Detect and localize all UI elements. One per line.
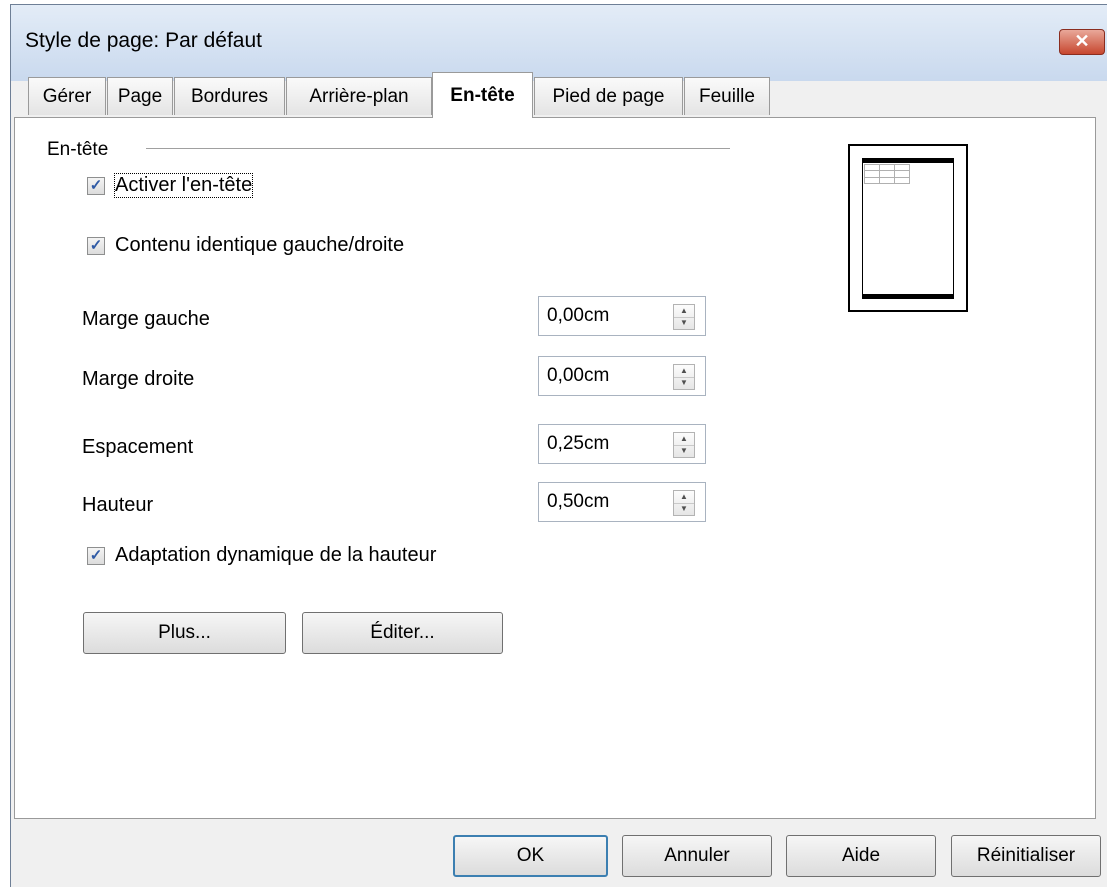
tab-arriere-plan[interactable]: Arrière-plan xyxy=(286,77,432,115)
height-field[interactable]: 0,50cm ▲ ▼ xyxy=(538,482,706,522)
same-content-checkbox[interactable]: ✓ xyxy=(87,237,105,255)
window-edge xyxy=(0,0,10,887)
close-button[interactable]: ✕ xyxy=(1059,29,1105,55)
spin-down-icon[interactable]: ▼ xyxy=(674,445,694,457)
tab-gerer[interactable]: Gérer xyxy=(28,77,106,115)
enable-header-label[interactable]: Activer l'en-tête xyxy=(113,173,254,198)
right-margin-field[interactable]: 0,00cm ▲ ▼ xyxy=(538,356,706,396)
height-spinner[interactable]: ▲ ▼ xyxy=(673,490,695,516)
left-margin-label: Marge gauche xyxy=(82,308,210,330)
more-button[interactable]: Plus... xyxy=(83,612,286,654)
spin-down-icon[interactable]: ▼ xyxy=(674,377,694,389)
left-margin-field[interactable]: 0,00cm ▲ ▼ xyxy=(538,296,706,336)
spacing-value[interactable]: 0,25cm xyxy=(547,433,609,455)
spacing-spinner[interactable]: ▲ ▼ xyxy=(673,432,695,458)
tab-bordures[interactable]: Bordures xyxy=(174,77,285,115)
tab-feuille[interactable]: Feuille xyxy=(684,77,770,115)
check-icon: ✓ xyxy=(89,547,103,564)
tab-page[interactable]: Page xyxy=(107,77,173,115)
preview-grid-icon xyxy=(864,164,910,184)
preview-footer-bar xyxy=(862,294,954,299)
ok-button[interactable]: OK xyxy=(453,835,608,877)
check-icon: ✓ xyxy=(89,177,103,194)
group-label-en-tete: En-tête xyxy=(47,139,109,160)
title-bar: Style de page: Par défaut ✕ xyxy=(11,5,1107,81)
height-value[interactable]: 0,50cm xyxy=(547,491,609,513)
cancel-button[interactable]: Annuler xyxy=(622,835,772,877)
close-icon: ✕ xyxy=(1074,31,1090,51)
edit-button[interactable]: Éditer... xyxy=(302,612,503,654)
right-margin-label: Marge droite xyxy=(82,368,195,390)
autofit-height-checkbox[interactable]: ✓ xyxy=(87,547,105,565)
spin-down-icon[interactable]: ▼ xyxy=(674,317,694,329)
enable-header-checkbox[interactable]: ✓ xyxy=(87,177,105,195)
spin-down-icon[interactable]: ▼ xyxy=(674,503,694,515)
right-margin-spinner[interactable]: ▲ ▼ xyxy=(673,364,695,390)
reset-button[interactable]: Réinitialiser xyxy=(951,835,1101,877)
preview-header-bar xyxy=(862,158,954,163)
height-label: Hauteur xyxy=(82,494,154,516)
tab-pied-de-page[interactable]: Pied de page xyxy=(534,77,683,115)
group-separator xyxy=(146,148,730,149)
page-preview xyxy=(848,144,968,312)
left-margin-spinner[interactable]: ▲ ▼ xyxy=(673,304,695,330)
same-content-label[interactable]: Contenu identique gauche/droite xyxy=(115,234,404,257)
spacing-field[interactable]: 0,25cm ▲ ▼ xyxy=(538,424,706,464)
left-margin-value[interactable]: 0,00cm xyxy=(547,305,609,327)
spacing-label: Espacement xyxy=(82,436,194,458)
autofit-height-label[interactable]: Adaptation dynamique de la hauteur xyxy=(115,544,436,567)
help-button[interactable]: Aide xyxy=(786,835,936,877)
dialog-title: Style de page: Par défaut xyxy=(25,29,262,52)
tab-en-tete[interactable]: En-tête xyxy=(432,72,533,118)
right-margin-value[interactable]: 0,00cm xyxy=(547,365,609,387)
check-icon: ✓ xyxy=(89,237,103,254)
